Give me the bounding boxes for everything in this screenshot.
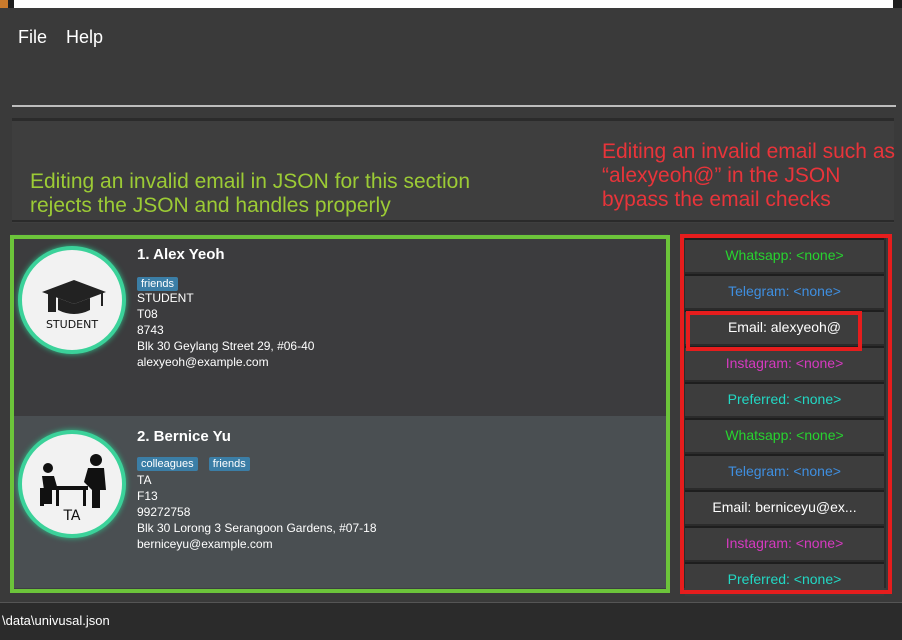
status-bar: \data\univusal.json <box>0 602 902 640</box>
contact-email[interactable]: Email: alexyeoh@ <box>685 310 884 344</box>
contact-whatsapp[interactable]: Whatsapp: <none> <box>685 418 884 452</box>
tag-list: colleagues friends <box>137 452 256 471</box>
person-phone: 99272758 <box>137 505 191 519</box>
avatar: TA <box>18 430 126 538</box>
contact-instagram[interactable]: Instagram: <none> <box>685 526 884 560</box>
person-address: Blk 30 Lorong 3 Serangoon Gardens, #07-1… <box>137 521 377 535</box>
avatar-label: TA <box>63 508 81 524</box>
person-class: F13 <box>137 489 158 503</box>
menu-help[interactable]: Help <box>66 27 103 48</box>
divider <box>12 220 894 222</box>
person-card[interactable]: TA 2. Bernice Yu colleagues friends TA F… <box>12 416 667 588</box>
contact-email[interactable]: Email: berniceyu@ex... <box>685 490 884 524</box>
contact-telegram[interactable]: Telegram: <none> <box>685 454 884 488</box>
tag-colleagues: colleagues <box>137 457 198 471</box>
contact-instagram[interactable]: Instagram: <none> <box>685 346 884 380</box>
person-class: T08 <box>137 307 158 321</box>
contact-preferred[interactable]: Preferred: <none> <box>685 562 884 596</box>
graduation-cap-icon <box>42 280 106 314</box>
contact-preferred[interactable]: Preferred: <none> <box>685 382 884 416</box>
person-card[interactable]: STUDENT 1. Alex Yeoh friends STUDENT T08… <box>12 236 667 416</box>
person-details: STUDENT T08 8743 Blk 30 Geylang Street 2… <box>137 290 314 370</box>
menu-file[interactable]: File <box>18 27 47 48</box>
person-role: STUDENT <box>137 291 194 305</box>
status-file-path: \data\univusal.json <box>2 613 110 628</box>
person-address: Blk 30 Geylang Street 29, #06-40 <box>137 339 315 353</box>
app-icon <box>0 0 8 8</box>
menu-bar: File Help <box>0 18 902 56</box>
person-phone: 8743 <box>137 323 164 337</box>
tag-friends: friends <box>208 457 250 471</box>
person-name: 1. Alex Yeoh <box>137 246 225 263</box>
contact-whatsapp[interactable]: Whatsapp: <none> <box>685 238 884 272</box>
person-name: 2. Bernice Yu <box>137 428 231 445</box>
window-top-strip <box>0 0 902 8</box>
person-details: TA F13 99272758 Blk 30 Lorong 3 Serangoo… <box>137 472 377 552</box>
avatar-label: STUDENT <box>45 318 99 331</box>
person-email: alexyeoh@example.com <box>137 355 269 369</box>
tag-friends: friends <box>137 277 179 291</box>
annotation-red-note: Editing an invalid email such as “alexye… <box>602 140 895 211</box>
contact-telegram[interactable]: Telegram: <none> <box>685 274 884 308</box>
window-title-bar <box>14 0 893 8</box>
person-email: berniceyu@example.com <box>137 537 273 551</box>
person-role: TA <box>137 473 152 487</box>
command-input[interactable] <box>10 58 893 106</box>
command-input-underline <box>12 105 896 107</box>
avatar: STUDENT <box>18 246 126 354</box>
tag-list: friends <box>137 272 184 291</box>
annotation-green-note: Editing an invalid email in JSON for thi… <box>30 170 471 217</box>
